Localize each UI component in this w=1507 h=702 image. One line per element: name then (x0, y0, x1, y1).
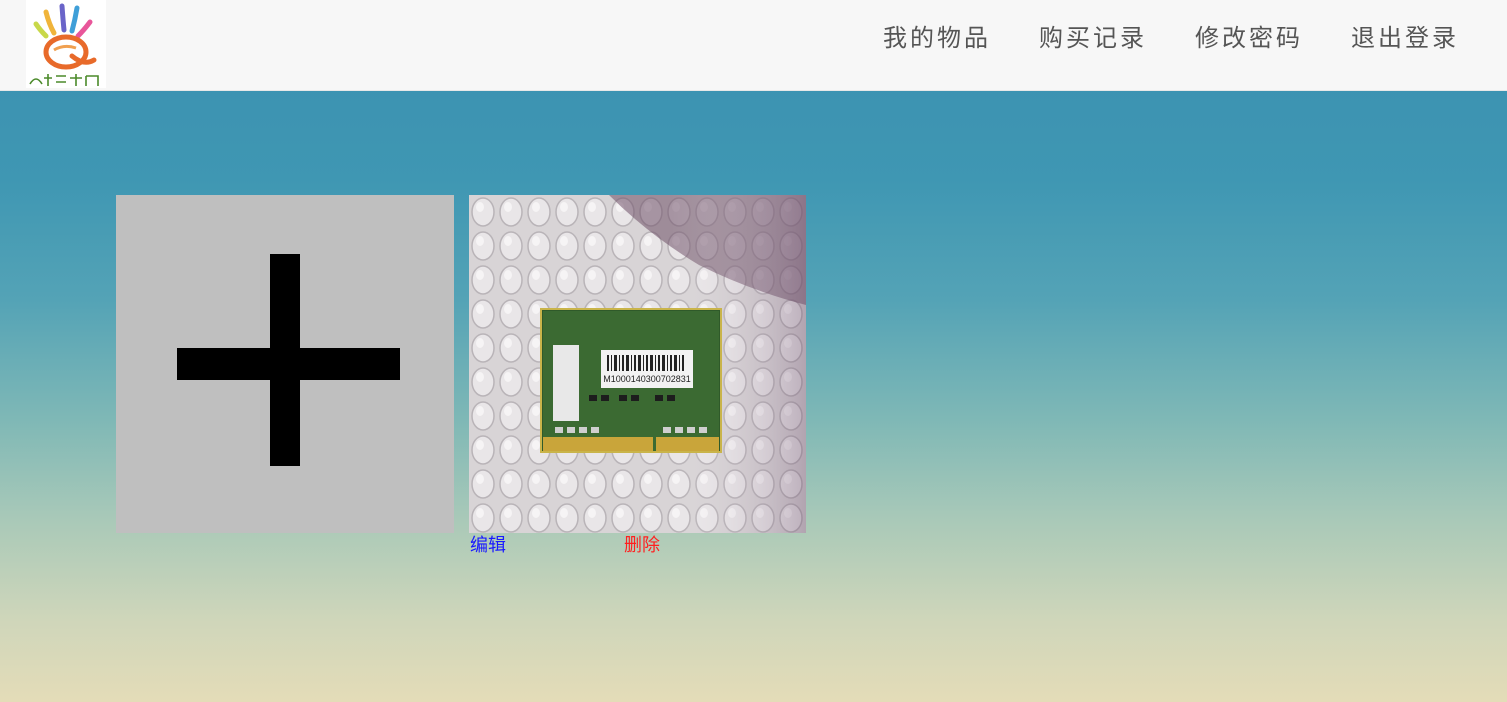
main-nav: 我的物品 购买记录 修改密码 退出登录 (835, 22, 1459, 54)
delete-item-link[interactable]: 删除 (624, 534, 660, 558)
ram-memory-module-photo: M1000140300702831 (469, 195, 806, 533)
add-item-button[interactable] (116, 195, 454, 533)
nav-purchase-history[interactable]: 购买记录 (1039, 22, 1147, 54)
colorful-hand-logo-icon (29, 3, 99, 86)
barcode-text: M1000140300702831 (603, 374, 691, 384)
item-card-image[interactable]: M1000140300702831 (469, 195, 806, 533)
nav-logout[interactable]: 退出登录 (1351, 22, 1459, 54)
top-navbar: 我的物品 购买记录 修改密码 退出登录 (0, 0, 1507, 91)
edit-item-link[interactable]: 编辑 (470, 534, 506, 558)
site-logo[interactable] (26, 0, 106, 88)
nav-change-password[interactable]: 修改密码 (1195, 22, 1303, 54)
item-actions: 编辑 删除 (470, 534, 806, 558)
nav-my-items[interactable]: 我的物品 (883, 22, 991, 54)
